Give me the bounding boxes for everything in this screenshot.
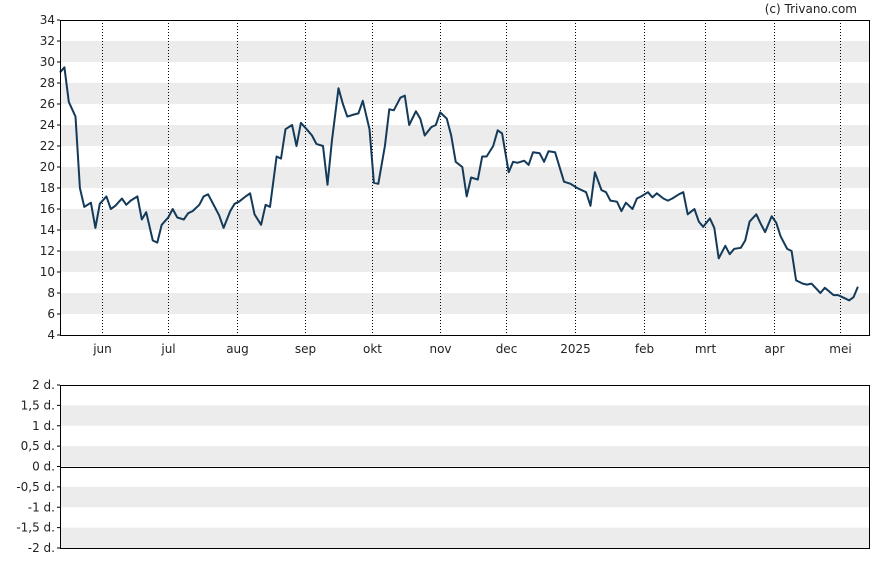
main-band [60,41,869,62]
sub-y-tick-label: -1 d. [28,500,55,514]
sub-y-tick-label: -0,5 d. [16,480,55,494]
x-tick-label: jul [160,342,175,356]
main-band [60,83,869,104]
sub-band [60,405,869,426]
y-tick-label: 24 [40,118,55,132]
copyright-label: (c) Trivano.com [765,2,857,16]
chart-area: 34 32 30 28 26 24 22 20 18 16 14 12 10 8 6 4 jun jul aug s… [16,2,870,555]
sub-band [60,527,869,548]
x-tick-label: jun [92,342,112,356]
y-tick-label: 6 [47,307,55,321]
x-tick-label: okt [363,342,382,356]
x-tick-label: sep [295,342,316,356]
x-tick-label: mrt [695,342,717,356]
sub-y-tick-label: -1,5 d. [16,521,55,535]
main-band [60,251,869,272]
y-tick-label: 4 [47,328,55,342]
y-tick-label: 10 [40,265,55,279]
x-tick-label: apr [765,342,785,356]
y-tick-label: 14 [40,223,55,237]
x-tick-label: mei [829,342,851,356]
sub-band [60,486,869,508]
x-tick-label: 2025 [560,342,591,356]
sub-y-tick-label: 0,5 d. [21,439,55,453]
sub-y-tick-label: 2 d. [32,378,55,392]
y-tick-label: 18 [40,181,55,195]
y-tick-label: 28 [40,76,55,90]
y-tick-label: 22 [40,139,55,153]
sub-y-tick-label: -2 d. [28,541,55,555]
y-tick-label: 32 [40,34,55,48]
x-tick-label: nov [429,342,451,356]
sub-chart-y-axis: 2 d. 1,5 d. 1 d. 0,5 d. 0 d. -0,5 d. -1 d. -1,5… [16,378,60,555]
y-tick-label: 34 [40,13,55,27]
main-band [60,125,869,146]
sub-y-tick-label: 1,5 d. [21,398,55,412]
y-tick-label: 8 [47,286,55,300]
y-tick-label: 30 [40,55,55,69]
x-tick-label: aug [226,342,249,356]
sub-chart-bands [60,405,869,548]
sub-y-tick-label: 0 d. [32,460,55,474]
main-chart-y-axis: 34 32 30 28 26 24 22 20 18 16 14 12 10 8 6 4 [40,13,60,342]
main-chart-x-axis: jun jul aug sep okt nov dec 2025 feb mrt apr mei [92,342,851,356]
sub-y-tick-label: 1 d. [32,419,55,433]
y-tick-label: 20 [40,160,55,174]
main-band [60,293,869,314]
y-tick-label: 12 [40,244,55,258]
x-tick-label: dec [496,342,518,356]
y-tick-label: 26 [40,97,55,111]
y-tick-label: 16 [40,202,55,216]
x-tick-label: feb [635,342,654,356]
sub-band [60,446,869,467]
